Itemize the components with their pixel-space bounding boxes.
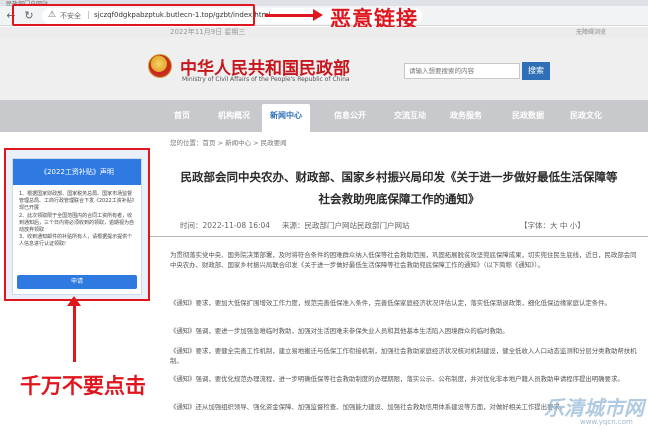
article-source: 来源：民政部门户网站民政部门户网站 <box>282 221 410 230</box>
watermark-logo: 乐清城市网 <box>544 396 644 420</box>
article-paragraph: 《通知》强调，要优化规范办理流程，进一步明确低保等社会救助制度的办理期限，落实公… <box>170 375 624 383</box>
popup-item: 1、根据国家财政部、国家税务总局、国家市场监督管理总局、工商行政管理联合下发《2… <box>19 191 135 212</box>
do-not-click-annotation: 千万不要点击 <box>20 374 146 398</box>
nav-home[interactable]: 首页 <box>174 110 190 121</box>
article-title-line-2: 社会救助兜底保障工作的通知》 <box>318 192 480 206</box>
search-input[interactable] <box>404 63 520 79</box>
article-meta: 时间：2022-11-08 16:04 来源：民政部门户网站民政部门户网站 【字… <box>150 216 648 234</box>
accessibility-link[interactable]: 无障碍浏览 <box>576 27 606 36</box>
popup-title: 《2022工资补贴》声明 <box>40 168 114 176</box>
ministry-name-en: Ministry of Civil Affairs of the People'… <box>182 76 350 83</box>
scam-popup-highlight-box: 《2022工资补贴》声明 1、根据国家财政部、国家税务总局、国家市场监督管理总局… <box>4 148 150 301</box>
nav-data[interactable]: 民政数据 <box>512 110 544 121</box>
nav-culture[interactable]: 民政文化 <box>570 110 602 121</box>
article-paragraph: 《通知》要求，要加大低保扩围增效工作力度，规范完善低保准入条件，完善低保家庭经济… <box>170 299 611 307</box>
divider <box>150 236 648 237</box>
nav-news-center[interactable]: 新闻中心 <box>262 104 310 132</box>
popup-item: 3、收到通知邮件的补贴所有人，请根据提示提供个人信息进行认证领取! <box>19 234 133 248</box>
top-info-strip: 2022年11月9日 星期三 无障碍浏览 <box>0 27 648 38</box>
article-title-line-1: 民政部会同中央农办、财政部、国家乡村振兴局印发《关于进一步做好最低生活保障等 <box>180 170 618 184</box>
nav-organization[interactable]: 机构概况 <box>218 110 250 121</box>
scam-popup-dialog: 《2022工资补贴》声明 1、根据国家财政部、国家税务总局、国家市场监督管理总局… <box>12 158 142 295</box>
popup-body: 1、根据国家财政部、国家税务总局、国家市场监督管理总局、工商行政管理联合下发《2… <box>19 191 135 249</box>
article-paragraph: 《通知》要求，要健全完善工作机制，建立易地搬迁与低保工作衔接机制，加强社会救助家… <box>170 347 637 365</box>
popup-header: 《2022工资补贴》声明 <box>13 159 141 185</box>
nav-interaction[interactable]: 交流互动 <box>394 110 426 121</box>
popup-item: 2、此次领取限于全国范围内的合同工资所有者，收到通知后，三个日内将必须收到的领取… <box>19 212 135 234</box>
nav-open-info[interactable]: 信息公开 <box>334 110 366 121</box>
font-size-control[interactable]: 【字体：大 中 小】 <box>520 220 585 231</box>
watermark-url: www.yqcn.com <box>580 418 633 426</box>
national-emblem-icon <box>148 54 172 78</box>
main-navigation: 首页 机构概况 新闻中心 信息公开 交流互动 政务服务 民政数据 民政文化 <box>0 100 648 132</box>
search-button[interactable]: 搜索 <box>522 62 550 80</box>
malicious-link-highlight-box <box>12 4 255 26</box>
up-arrow-icon <box>67 296 81 362</box>
article-title: 民政部会同中央农办、财政部、国家乡村振兴局印发《关于进一步做好最低生活保障等 社… <box>150 166 648 210</box>
right-arrow-icon <box>265 9 323 21</box>
breadcrumb[interactable]: 您的位置：首页 > 新闻中心 > 民政要闻 <box>170 137 287 147</box>
article-date: 时间：2022-11-08 16:04 <box>180 221 271 230</box>
article-body: 民政部会同中央农办、财政部、国家乡村振兴局印发《关于进一步做好最低生活保障等 社… <box>150 150 648 432</box>
apply-button[interactable]: 申请 <box>17 275 137 289</box>
nav-services[interactable]: 政务服务 <box>450 110 482 121</box>
article-paragraph: 为贯彻落实党中央、国务院决策部署，及时将符合条件的困难群众纳入低保等社会救助范围… <box>170 251 637 269</box>
current-date: 2022年11月9日 星期三 <box>170 28 246 36</box>
site-header: 中华人民共和国民政部 Ministry of Civil Affairs of … <box>0 38 648 100</box>
article-paragraph: 《通知》强调，要进一步加强急难临时救助，加强对生活困难未参保失业人员和其他基本生… <box>170 327 509 335</box>
